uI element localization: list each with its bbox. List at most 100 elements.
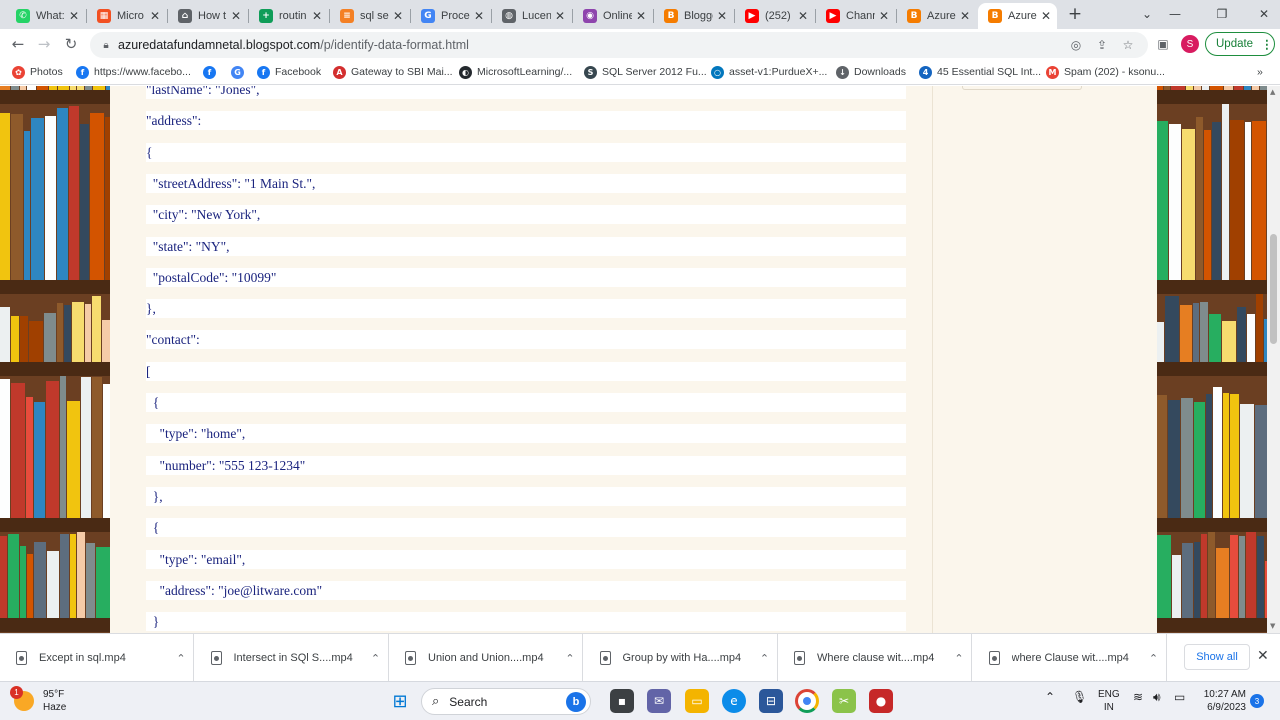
tab-close-icon[interactable]: ✕ [555, 9, 565, 23]
page-scrollbar[interactable]: ▲ ▼ [1267, 86, 1280, 633]
chevron-up-icon[interactable]: ⌃ [753, 652, 777, 665]
bookmark-item[interactable]: f [203, 63, 221, 81]
browser-tab[interactable]: + routin ✕ [249, 3, 328, 29]
share-icon[interactable]: ⇪ [1094, 37, 1110, 53]
store-icon[interactable]: ⊟ [759, 689, 783, 713]
chevron-up-icon[interactable]: ⌃ [169, 652, 193, 665]
tab-close-icon[interactable]: ✕ [69, 9, 79, 23]
browser-tab[interactable]: B Blogge ✕ [654, 3, 733, 29]
side-panel-icon[interactable]: ▣ [1152, 33, 1174, 55]
window-close-icon[interactable]: ✕ [1249, 4, 1279, 24]
star-icon[interactable]: ☆ [1120, 37, 1136, 53]
back-icon[interactable]: ← [7, 33, 29, 55]
language-indicator[interactable]: ENG IN [1098, 688, 1120, 714]
weather-widget[interactable]: 1 95°F Haze [10, 686, 66, 716]
bookmark-item[interactable]: ↓ Downloads [836, 63, 906, 81]
tab-close-icon[interactable]: ✕ [231, 9, 241, 23]
teams-chat-icon[interactable]: ✉ [647, 689, 671, 713]
tab-close-icon[interactable]: ✕ [717, 9, 727, 23]
battery-icon[interactable]: ▭ [1174, 690, 1185, 704]
tab-close-icon[interactable]: ✕ [879, 9, 889, 23]
wifi-icon[interactable]: ≋ [1133, 690, 1143, 704]
tab-close-icon[interactable]: ✕ [474, 9, 484, 23]
chevron-up-icon[interactable]: ⌃ [364, 652, 388, 665]
bookmark-item[interactable]: ◐ MicrosoftLearning/... [459, 63, 572, 81]
more-bookmarks-icon[interactable]: » [1257, 63, 1263, 81]
chevron-up-icon[interactable]: ⌃ [558, 652, 582, 665]
edge-icon[interactable]: e [722, 689, 746, 713]
chevron-up-icon[interactable]: ⌃ [1142, 652, 1166, 665]
minimize-icon[interactable]: — [1160, 4, 1190, 24]
tab-close-icon[interactable]: ✕ [636, 9, 646, 23]
browser-tab[interactable]: B Azure ✕ [897, 3, 976, 29]
browser-tab[interactable]: ✆ What: ✕ [6, 3, 85, 29]
book-spine [103, 384, 110, 518]
bookmark-item[interactable]: f https://www.facebo... [76, 63, 191, 81]
download-item[interactable]: Except in sql.mp4 ⌃ [0, 634, 194, 682]
avatar-initial: S [1181, 35, 1199, 53]
download-item[interactable]: where Clause wit....mp4 ⌃ [973, 634, 1167, 682]
bookmark-item[interactable]: A Gateway to SBI Mai... [333, 63, 453, 81]
chevron-up-icon[interactable]: ⌃ [947, 652, 971, 665]
video-file-icon [405, 651, 416, 665]
close-icon[interactable]: ✕ [1257, 648, 1269, 664]
book-spine [45, 116, 56, 280]
bookmark-item[interactable]: M Spam (202) - ksonu... [1046, 63, 1165, 81]
bookmark-item[interactable]: f Facebook [257, 63, 321, 81]
lock-icon[interactable]: 🔒︎ [98, 37, 114, 53]
screen-recorder-icon[interactable]: ● [869, 689, 893, 713]
eye-off-icon[interactable]: ◎ [1068, 37, 1084, 53]
notification-badge[interactable]: 3 [1250, 694, 1264, 708]
chrome-icon[interactable] [795, 689, 819, 713]
bookmark-item[interactable]: ○ asset-v1:PurdueX+... [711, 63, 827, 81]
bing-icon[interactable]: b [566, 692, 586, 712]
browser-tab[interactable]: B Azure ✕ [978, 3, 1057, 29]
clock[interactable]: 10:27 AM 6/9/2023 [1200, 688, 1246, 714]
reload-icon[interactable]: ↻ [60, 33, 82, 55]
tab-close-icon[interactable]: ✕ [798, 9, 808, 23]
tab-close-icon[interactable]: ✕ [393, 9, 403, 23]
taskbar-search[interactable]: ⌕ Search b [421, 688, 591, 715]
browser-tab[interactable]: ◉ Online ✕ [573, 3, 652, 29]
maximize-icon[interactable]: ❐ [1207, 4, 1237, 24]
url-text[interactable]: azuredatafundamnetal.blogspot.com/p/iden… [118, 38, 469, 52]
update-button[interactable]: Update ⋮ [1205, 32, 1275, 56]
download-item[interactable]: Group by with Ha....mp4 ⌃ [584, 634, 778, 682]
scroll-thumb[interactable] [1270, 234, 1277, 344]
bookmark-item[interactable]: 4 45 Essential SQL Int... [919, 63, 1041, 81]
scroll-up-icon[interactable]: ▲ [1270, 88, 1275, 96]
browser-tab[interactable]: ▶ (252) ✕ [735, 3, 814, 29]
volume-icon[interactable]: 🔊︎ [1153, 690, 1161, 705]
microphone-icon[interactable]: 🎙︎ [1072, 690, 1087, 704]
snipping-tool-icon[interactable]: ✂ [832, 689, 856, 713]
tab-close-icon[interactable]: ✕ [312, 9, 322, 23]
bookmark-item[interactable]: G [231, 63, 249, 81]
browser-tab[interactable]: ▦ Micro ✕ [87, 3, 166, 29]
bookshelf-row [0, 86, 110, 104]
download-item[interactable]: Union and Union....mp4 ⌃ [389, 634, 583, 682]
download-item[interactable]: Intersect in SQl S....mp4 ⌃ [195, 634, 389, 682]
profile-avatar[interactable]: S [1179, 33, 1201, 55]
browser-tab[interactable]: ⌂ How t ✕ [168, 3, 247, 29]
tab-close-icon[interactable]: ✕ [1041, 9, 1051, 23]
tab-search-icon[interactable]: ⌄ [1132, 4, 1162, 24]
bookmark-item[interactable]: ✿ Photos [12, 63, 63, 81]
tab-close-icon[interactable]: ✕ [960, 9, 970, 23]
windows-start-icon[interactable]: ⊞ [388, 689, 412, 713]
browser-tab[interactable]: ▶ Chann ✕ [816, 3, 895, 29]
show-all-button[interactable]: Show all [1184, 644, 1250, 670]
forward-icon[interactable]: → [33, 33, 55, 55]
file-explorer-icon[interactable]: ▭ [685, 689, 709, 713]
task-view-icon[interactable]: ▪ [610, 689, 634, 713]
bookmark-item[interactable]: S SQL Server 2012 Fu... [584, 63, 707, 81]
tab-close-icon[interactable]: ✕ [150, 9, 160, 23]
address-bar[interactable]: 🔒︎ azuredatafundamnetal.blogspot.com/p/i… [90, 32, 1148, 58]
new-tab-icon[interactable]: + [1060, 4, 1090, 24]
weather-temp: 95°F [43, 689, 65, 700]
chevron-up-icon[interactable]: ⌃ [1045, 690, 1055, 704]
download-item[interactable]: Where clause wit....mp4 ⌃ [778, 634, 972, 682]
browser-tab[interactable]: ◍ Lucen ✕ [492, 3, 571, 29]
scroll-down-icon[interactable]: ▼ [1270, 622, 1275, 630]
browser-tab[interactable]: G Proce ✕ [411, 3, 490, 29]
browser-tab[interactable]: ≡ sql se ✕ [330, 3, 409, 29]
